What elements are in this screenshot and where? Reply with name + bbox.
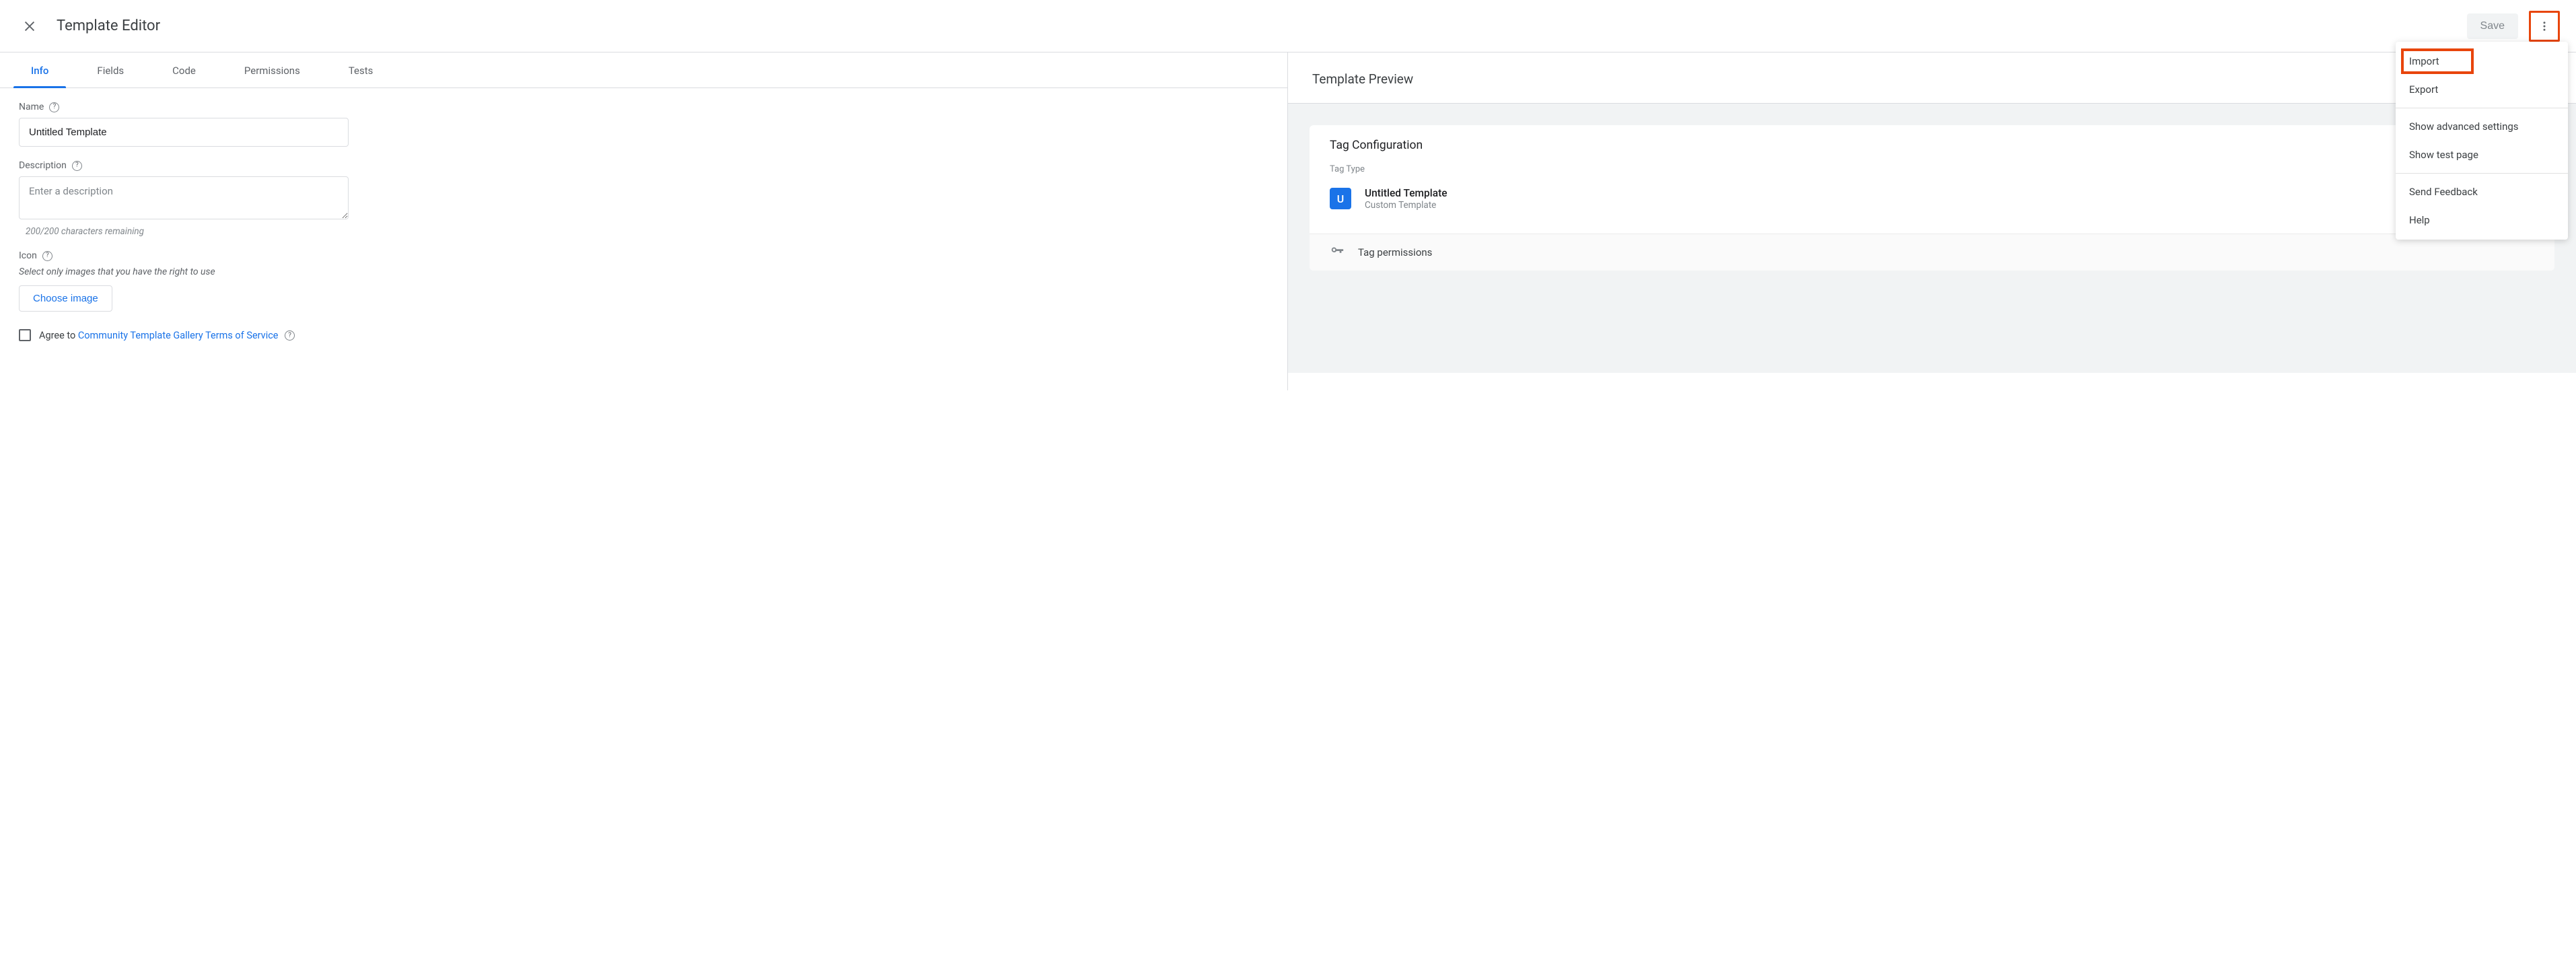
agree-checkbox[interactable]: [19, 329, 31, 341]
tag-type-icon: U: [1330, 188, 1351, 209]
tag-type-label: Tag Type: [1330, 164, 2534, 174]
menu-item-import[interactable]: Import: [2396, 47, 2568, 75]
tag-row[interactable]: U Untitled Template Custom Template: [1330, 184, 2534, 220]
menu-divider: [2396, 173, 2568, 174]
preview-body: Tag Configuration Tag Type U Untitled Te…: [1288, 104, 2576, 373]
tag-subtitle: Custom Template: [1365, 200, 1447, 211]
help-icon[interactable]: ?: [285, 330, 295, 341]
tag-name: Untitled Template: [1365, 186, 1447, 200]
description-helper: 200/200 characters remaining: [26, 226, 1268, 237]
help-icon[interactable]: ?: [42, 251, 52, 261]
preview-header: Template Preview: [1288, 52, 2576, 104]
tabs: Info Fields Code Permissions Tests: [0, 52, 1287, 88]
help-icon[interactable]: ?: [72, 161, 82, 171]
menu-item-export[interactable]: Export: [2396, 75, 2568, 104]
tab-fields[interactable]: Fields: [73, 52, 148, 87]
preview-card: Tag Configuration Tag Type U Untitled Te…: [1310, 125, 2554, 271]
card-title: Tag Configuration: [1330, 139, 2534, 152]
menu-item-advanced[interactable]: Show advanced settings: [2396, 112, 2568, 141]
help-icon[interactable]: ?: [49, 102, 59, 112]
more-menu: Import Export Show advanced settings Sho…: [2396, 42, 2568, 240]
save-button[interactable]: Save: [2467, 13, 2518, 39]
more-button[interactable]: [2531, 13, 2558, 40]
more-vert-icon: [2538, 20, 2550, 32]
tab-code[interactable]: Code: [148, 52, 220, 87]
icon-note: Select only images that you have the rig…: [19, 267, 1268, 277]
name-input[interactable]: [19, 118, 349, 147]
description-label: Description: [19, 160, 67, 171]
info-form: Name ? Description ? 200/200 characters …: [0, 88, 1287, 355]
description-textarea[interactable]: [19, 176, 349, 219]
app-title: Template Editor: [57, 17, 160, 34]
close-icon: [22, 19, 37, 34]
menu-item-feedback[interactable]: Send Feedback: [2396, 178, 2568, 206]
more-button-highlight: [2529, 11, 2560, 42]
permissions-label: Tag permissions: [1358, 246, 1432, 258]
close-button[interactable]: [16, 13, 43, 40]
menu-item-help[interactable]: Help: [2396, 206, 2568, 234]
tab-info[interactable]: Info: [7, 52, 73, 87]
icon-label: Icon: [19, 250, 37, 261]
key-icon: [1330, 244, 1345, 261]
tag-permissions-row[interactable]: Tag permissions: [1310, 234, 2554, 271]
terms-link[interactable]: Community Template Gallery Terms of Serv…: [78, 330, 279, 341]
name-label: Name: [19, 102, 44, 112]
menu-item-testpage[interactable]: Show test page: [2396, 141, 2568, 169]
left-panel: Info Fields Code Permissions Tests Name …: [0, 52, 1288, 390]
choose-image-button[interactable]: Choose image: [19, 285, 112, 312]
appbar: Template Editor Save: [0, 0, 2576, 52]
agree-text: Agree to Community Template Gallery Term…: [39, 330, 295, 341]
tab-permissions[interactable]: Permissions: [220, 52, 324, 87]
tab-tests[interactable]: Tests: [324, 52, 398, 87]
right-panel: Template Preview Tag Configuration Tag T…: [1288, 52, 2576, 390]
